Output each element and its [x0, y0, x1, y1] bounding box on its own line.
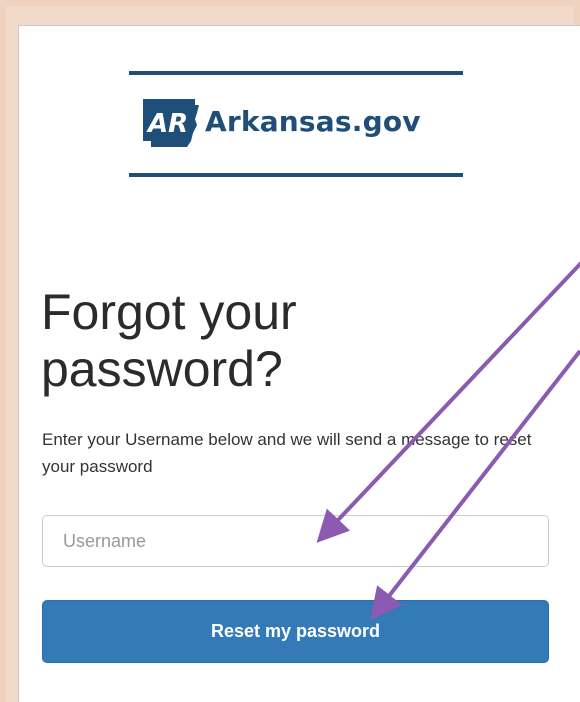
logo-text: Arkansas.gov — [205, 105, 421, 138]
username-input[interactable] — [42, 515, 549, 567]
logo-top-rule — [129, 71, 463, 75]
reset-password-button[interactable]: Reset my password — [42, 600, 549, 663]
forgot-password-card: AR Arkansas.gov Forgot your password? En… — [18, 25, 580, 702]
page-title: Forgot your password? — [41, 284, 297, 397]
arkansas-state-icon: AR — [143, 99, 199, 147]
arkansas-gov-logo: AR Arkansas.gov — [129, 71, 463, 177]
svg-text:AR: AR — [146, 109, 188, 139]
logo-bottom-rule — [129, 173, 463, 177]
page-description: Enter your Username below and we will se… — [42, 430, 532, 476]
